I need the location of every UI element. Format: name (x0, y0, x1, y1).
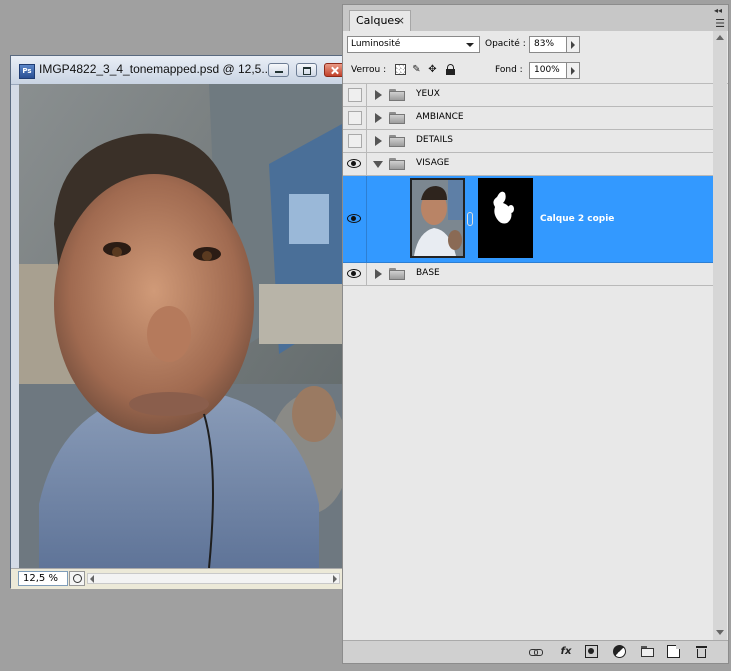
adjustment-layer-icon[interactable] (613, 645, 626, 658)
folder-icon (389, 158, 405, 170)
photo-portrait (19, 84, 342, 568)
lock-all-icon[interactable] (445, 64, 456, 75)
lock-position-icon[interactable]: ✥ (427, 64, 438, 75)
lock-label: Verrou : (351, 65, 387, 75)
collapse-icon[interactable]: ◂◂ (714, 6, 722, 15)
expand-arrow-icon[interactable] (375, 113, 382, 123)
opacity-field[interactable]: 83% (529, 36, 567, 53)
document-title: IMGP4822_3_4_tonemapped.psd @ 12,5... (39, 62, 272, 76)
folder-icon (389, 135, 405, 147)
scroll-left-icon[interactable] (90, 575, 94, 583)
layer-group-ambiance[interactable]: AMBIANCE (343, 107, 714, 130)
visibility-off-box[interactable] (348, 134, 362, 148)
maximize-icon (297, 64, 316, 76)
trash-icon[interactable] (695, 645, 708, 658)
layer-name: VISAGE (416, 158, 450, 168)
link-layers-icon[interactable] (529, 645, 543, 658)
layers-panel: Calques × ◂◂ ☰ Luminosité Opacité : 83% … (342, 4, 729, 664)
document-titlebar[interactable]: Ps IMGP4822_3_4_tonemapped.psd @ 12,5... (11, 56, 345, 85)
panel-menu-icon[interactable]: ☰ (715, 17, 725, 30)
maximize-button[interactable] (296, 63, 317, 77)
layer-group-base[interactable]: BASE (343, 263, 714, 286)
blend-mode-select[interactable]: Luminosité (347, 36, 480, 53)
lock-pixels-brush-icon[interactable]: ✎ (411, 64, 422, 75)
visibility-cell[interactable] (343, 107, 367, 129)
image-canvas[interactable] (19, 84, 342, 568)
layer-name: BASE (416, 268, 440, 278)
photoshop-doc-icon: Ps (19, 64, 35, 79)
minimize-icon (269, 64, 288, 76)
tab-calques[interactable]: Calques × (349, 10, 411, 32)
horizontal-scrollbar[interactable] (87, 573, 340, 584)
fill-slider-button[interactable] (566, 62, 580, 79)
blend-row: Luminosité Opacité : 83% (343, 31, 728, 57)
folder-icon (389, 89, 405, 101)
layer-mask-thumbnail[interactable] (478, 178, 533, 258)
status-menu-button[interactable] (69, 571, 85, 586)
scroll-up-icon[interactable] (716, 35, 724, 40)
zoom-field[interactable]: 12,5 % (18, 571, 68, 586)
lock-row: Verrou : ✎ ✥ Fond : 100% (343, 57, 728, 84)
opacity-label: Opacité : (485, 39, 526, 49)
layer-group-yeux[interactable]: YEUX (343, 84, 714, 107)
new-group-icon[interactable] (641, 645, 654, 658)
fill-label: Fond : (495, 65, 523, 75)
collapse-arrow-icon[interactable] (373, 161, 383, 168)
mask-link-icon[interactable] (467, 212, 473, 226)
lock-transparency-icon[interactable] (395, 64, 406, 75)
layer-name: Calque 2 copie (540, 214, 615, 224)
panel-footer: fx (343, 640, 728, 663)
eye-icon[interactable] (347, 214, 361, 223)
folder-icon (389, 112, 405, 124)
minimize-button[interactable] (268, 63, 289, 77)
layers-list: YEUX AMBIANCE DETAILS VISAGE Calque 2 co… (343, 84, 728, 642)
layer-thumbnail[interactable] (410, 178, 465, 258)
eye-icon[interactable] (347, 159, 361, 168)
expand-arrow-icon[interactable] (375, 90, 382, 100)
visibility-cell[interactable] (343, 130, 367, 152)
new-layer-icon[interactable] (667, 645, 680, 658)
document-window[interactable]: Ps IMGP4822_3_4_tonemapped.psd @ 12,5... (10, 55, 345, 589)
layer-group-visage[interactable]: VISAGE (343, 153, 714, 176)
visibility-cell[interactable] (343, 263, 367, 285)
scroll-down-icon[interactable] (716, 630, 724, 635)
layer-mask-shape (479, 179, 532, 257)
tab-close-icon[interactable]: × (396, 14, 405, 27)
panel-tabbar: Calques × ◂◂ ☰ (343, 5, 728, 32)
eye-icon[interactable] (347, 269, 361, 278)
scroll-right-icon[interactable] (333, 575, 337, 583)
visibility-cell[interactable] (343, 84, 367, 106)
layer-thumbnail-image (412, 180, 463, 256)
folder-icon (389, 268, 405, 280)
visibility-off-box[interactable] (348, 111, 362, 125)
expand-arrow-icon[interactable] (375, 136, 382, 146)
fill-field[interactable]: 100% (529, 62, 567, 79)
layer-name: DETAILS (416, 135, 453, 145)
layer-style-fx-icon[interactable]: fx (557, 645, 575, 658)
tab-label: Calques (356, 14, 400, 27)
layer-group-details[interactable]: DETAILS (343, 130, 714, 153)
expand-arrow-icon[interactable] (375, 269, 382, 279)
opacity-slider-button[interactable] (566, 36, 580, 53)
layer-calque-2-copie[interactable]: Calque 2 copie (343, 176, 714, 263)
visibility-cell[interactable] (343, 176, 367, 262)
vertical-scrollbar[interactable] (713, 31, 727, 641)
layer-name: AMBIANCE (416, 112, 464, 122)
blend-mode-value: Luminosité (351, 39, 401, 49)
chevron-down-icon (466, 43, 474, 47)
add-mask-icon[interactable] (585, 645, 598, 658)
document-statusbar: 12,5 % (11, 568, 344, 589)
layer-name: YEUX (416, 89, 440, 99)
visibility-cell[interactable] (343, 153, 367, 175)
visibility-off-box[interactable] (348, 88, 362, 102)
